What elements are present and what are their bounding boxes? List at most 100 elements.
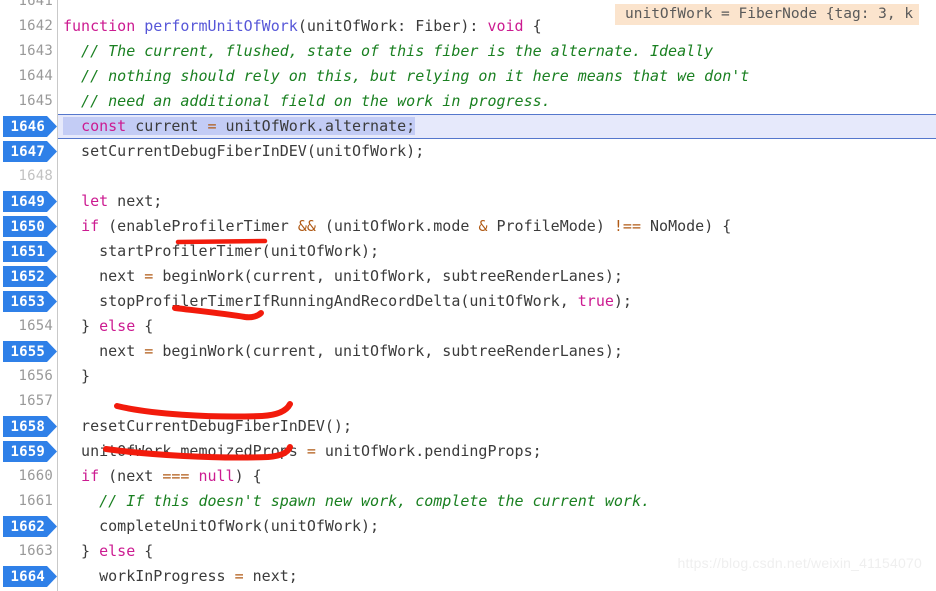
code-line[interactable]: // nothing should rely on this, but rely… [58,64,936,89]
code-line[interactable]: resetCurrentDebugFiberInDEV(); [58,414,936,439]
code-token: if [81,217,100,235]
code-line[interactable] [58,164,936,189]
line-number: 1654 [18,318,53,334]
gutter-line-1656[interactable]: 1656 [0,364,57,389]
gutter-line-1643[interactable]: 1643 [0,39,57,64]
gutter-line-1644[interactable]: 1644 [0,64,57,89]
code-line[interactable]: } [58,364,936,389]
line-number: 1652 [10,269,45,285]
code-token: void [487,17,524,35]
line-number-gutter[interactable]: 1641 1642 1643 1644 1645 1646 1647 1648 1649 1650… [0,0,57,591]
code-token: = [144,267,154,285]
line-number: 1643 [18,43,53,59]
code-line[interactable]: // The current, flushed, state of this f… [58,39,936,64]
code-token: && [297,217,316,235]
site-watermark: https://blog.csdn.net/weixin_41154070 [677,555,922,571]
code-line[interactable]: // If this doesn't spawn new work, compl… [58,489,936,514]
code-token: = [234,567,244,585]
gutter-line-1641[interactable]: 1641 [0,0,57,14]
code-token: (enableProfilerTimer [99,217,298,235]
code-token [63,117,82,135]
code-token: ProfileMode) [487,217,614,235]
code-token: // nothing should rely on this, but rely… [63,67,750,85]
code-token: NoMode) { [641,217,732,235]
gutter-separator [57,0,58,591]
code-line[interactable]: let next; [58,189,936,214]
code-token: null [198,467,235,485]
code-token: { [135,542,154,560]
code-editor-viewport[interactable]: function performUnitOfWork(unitOfWork: F… [0,0,936,591]
gutter-line-1652[interactable]: 1652 [0,264,57,289]
line-number: 1662 [10,519,45,535]
inline-debug-value-hint[interactable]: unitOfWork = FiberNode {tag: 3, k [615,4,920,25]
gutter-line-1659[interactable]: 1659 [0,439,57,464]
code-token: === [162,467,190,485]
code-line[interactable]: completeUnitOfWork(unitOfWork); [58,514,936,539]
code-token: resetCurrentDebugFiberInDEV(); [63,417,352,435]
line-number: 1656 [18,368,53,384]
code-line[interactable]: next = beginWork(current, unitOfWork, su… [58,339,936,364]
code-line[interactable]: } else { [58,314,936,339]
code-token: } [63,317,100,335]
gutter-line-1648[interactable]: 1648 [0,164,57,189]
line-number: 1664 [10,569,45,585]
gutter-line-1647[interactable]: 1647 [0,139,57,164]
code-line[interactable]: if (enableProfilerTimer && (unitOfWork.m… [58,214,936,239]
code-token: (next [99,467,163,485]
code-line[interactable]: setCurrentDebugFiberInDEV(unitOfWork); [58,139,936,164]
gutter-line-1642[interactable]: 1642 [0,14,57,39]
line-number: 1659 [10,444,45,460]
line-number: 1645 [18,93,53,109]
gutter-line-1664[interactable]: 1664 [0,564,57,589]
gutter-line-1653[interactable]: 1653 [0,289,57,314]
gutter-line-1649[interactable]: 1649 [0,189,57,214]
code-token: let [81,192,109,210]
code-token: // The current, flushed, state of this f… [63,42,714,60]
line-number: 1648 [18,168,53,184]
gutter-line-1663[interactable]: 1663 [0,539,57,564]
code-line-current[interactable]: const current = unitOfWork.alternate; [58,114,936,139]
gutter-line-1662[interactable]: 1662 [0,514,57,539]
code-token: next [63,267,145,285]
code-token: = [144,342,154,360]
code-area[interactable]: function performUnitOfWork(unitOfWork: F… [58,0,936,591]
code-token: completeUnitOfWork(unitOfWork); [63,517,380,535]
code-token: else [99,317,136,335]
code-token: = [207,117,217,135]
gutter-line-1657[interactable]: 1657 [0,389,57,414]
code-token: = [306,442,316,460]
line-number: 1644 [18,68,53,84]
code-line[interactable]: startProfilerTimer(unitOfWork); [58,239,936,264]
code-line[interactable]: // need an additional field on the work … [58,89,936,114]
gutter-line-1651[interactable]: 1651 [0,239,57,264]
code-token: setCurrentDebugFiberInDEV(unitOfWork); [63,142,425,160]
gutter-line-1646[interactable]: 1646 [0,114,57,139]
gutter-line-1661[interactable]: 1661 [0,489,57,514]
code-token: workInProgress [63,567,235,585]
gutter-line-1654[interactable]: 1654 [0,314,57,339]
code-line[interactable]: stopProfilerTimerIfRunningAndRecordDelta… [58,289,936,314]
gutter-line-1650[interactable]: 1650 [0,214,57,239]
line-number: 1653 [10,294,45,310]
code-token: true [577,292,614,310]
gutter-line-1660[interactable]: 1660 [0,464,57,489]
gutter-line-1658[interactable]: 1658 [0,414,57,439]
code-token: { [523,17,542,35]
code-token: } [63,367,91,385]
code-token: (unitOfWork: Fiber): [297,17,488,35]
code-token: // If this doesn't spawn new work, compl… [63,492,650,510]
code-token: startProfilerTimer(unitOfWork); [63,242,380,260]
code-token: function [63,17,145,35]
code-line[interactable]: unitOfWork.memoizedProps = unitOfWork.pe… [58,439,936,464]
code-line[interactable]: if (next === null) { [58,464,936,489]
line-number: 1642 [18,18,53,34]
code-line[interactable] [58,389,936,414]
code-token: !== [613,217,641,235]
code-line[interactable]: next = beginWork(current, unitOfWork, su… [58,264,936,289]
gutter-line-1655[interactable]: 1655 [0,339,57,364]
gutter-line-1645[interactable]: 1645 [0,89,57,114]
code-token: stopProfilerTimerIfRunningAndRecordDelta… [63,292,578,310]
line-number: 1641 [18,0,53,9]
